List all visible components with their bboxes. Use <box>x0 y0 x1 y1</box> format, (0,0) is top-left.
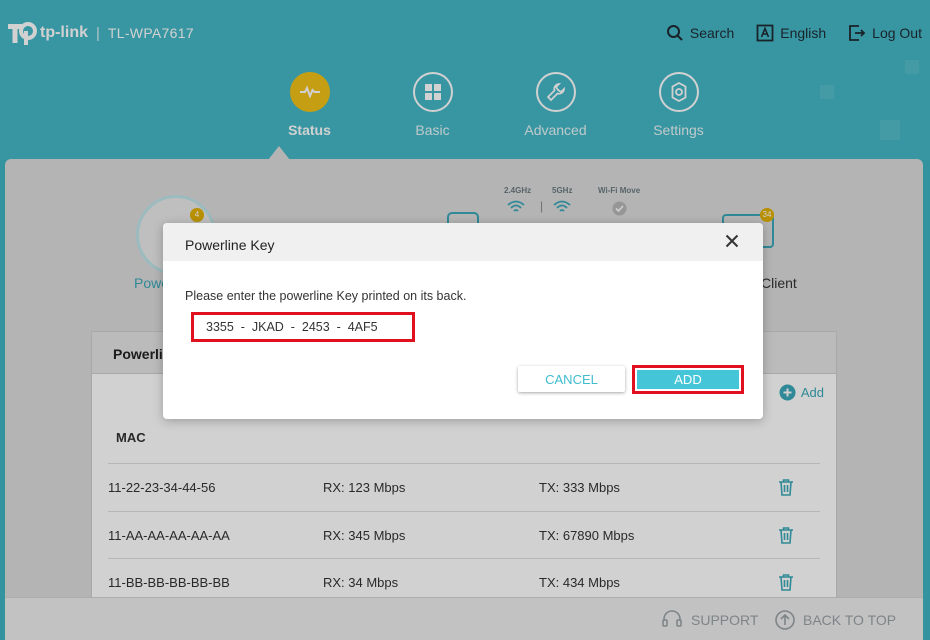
add-button[interactable]: ADD <box>637 370 739 389</box>
dialog-title: Powerline Key <box>163 223 763 261</box>
add-button-highlight: ADD <box>632 365 744 394</box>
close-icon[interactable] <box>725 234 739 248</box>
key-input-highlight <box>191 312 415 342</box>
powerline-key-dialog: Powerline Key Please enter the powerline… <box>163 223 763 419</box>
powerline-key-input[interactable] <box>194 316 406 338</box>
cancel-button[interactable]: CANCEL <box>518 366 625 392</box>
dialog-prompt: Please enter the powerline Key printed o… <box>185 289 467 303</box>
